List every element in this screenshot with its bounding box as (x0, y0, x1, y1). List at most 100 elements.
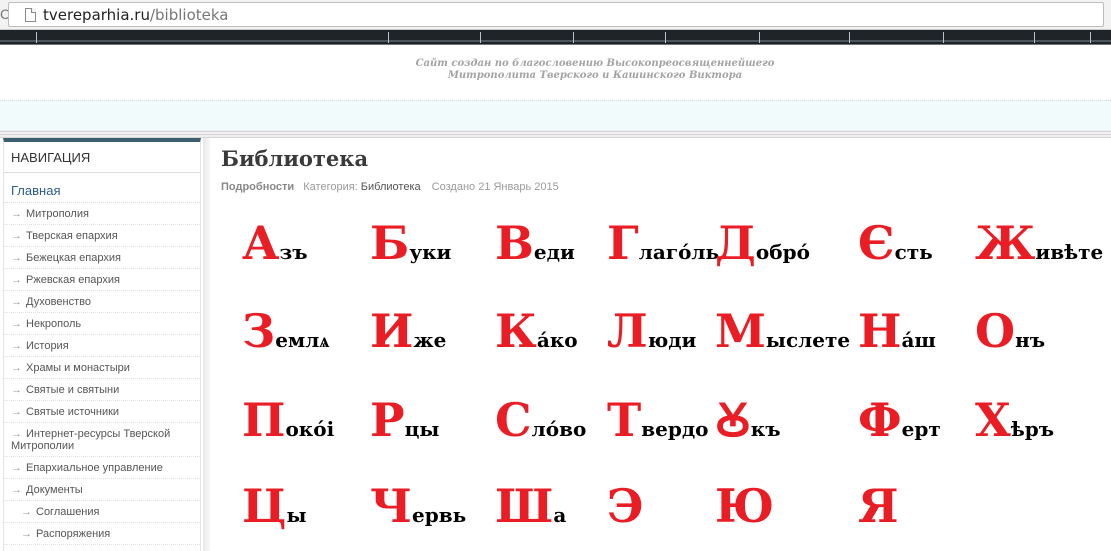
letter-initial: Э (607, 479, 644, 533)
alphabet-letter: Глаго́ль (607, 220, 719, 266)
nav-item-clergy[interactable]: → Духовенство (4, 291, 200, 313)
letter-initial: Г (607, 216, 639, 270)
alphabet-letter: Ꙋкъ (715, 397, 781, 443)
alphabet-letter: Покóі (242, 397, 334, 443)
letter-name: ло́во (531, 417, 587, 441)
alphabet-letter: Веди (495, 220, 575, 266)
arrow-right-icon: → (21, 506, 32, 518)
arrow-right-icon: → (11, 384, 22, 396)
nav-item-home[interactable]: Главная (4, 173, 200, 203)
url-path: /biblioteka (149, 6, 229, 24)
nav-item-documents[interactable]: → Документы (4, 479, 200, 501)
header-divider (0, 130, 1111, 138)
letter-initial: Д (715, 216, 756, 270)
letter-initial: З (242, 304, 276, 358)
letter-name: къ (750, 417, 781, 441)
arrow-right-icon: → (21, 528, 32, 540)
alphabet-grid: Азъ Буки Веди Глаго́ль Добро́ Єсть Живѣте Землѧ… (210, 138, 1111, 551)
alphabet-letter: Рцы (370, 397, 439, 443)
nav-item-necropolis[interactable]: → Некрополь (4, 313, 200, 335)
alphabet-letter: Люди (607, 308, 696, 354)
letter-name: нъ (1015, 328, 1046, 352)
letter-name: обро́ (755, 240, 810, 264)
nav-item-label: Интернет-ресурсы Тверской Митрополии (11, 428, 171, 452)
alphabet-letter: Ша (495, 483, 566, 529)
arrow-right-icon: → (11, 296, 22, 308)
alphabet-letter: Землѧ (242, 308, 329, 354)
nav-item-internet-resources[interactable]: → Интернет-ресурсы Тверской Митрополии (4, 423, 200, 457)
nav-item-label: Святые и святыни (26, 384, 120, 396)
letter-initial: Ю (715, 479, 775, 533)
letter-name: вердо (641, 417, 709, 441)
blessing-line-2: Митрополита Тверского и Кашинского Викто… (447, 70, 743, 81)
header-band (0, 100, 1111, 130)
nav-item-tver-eparchy[interactable]: → Тверская епархия (4, 225, 200, 247)
letter-name: цы (404, 417, 440, 441)
letter-name: же (413, 328, 447, 352)
alphabet-letter: Ферт (858, 397, 941, 443)
letter-name: лаго́ль (638, 240, 720, 264)
reload-icon[interactable]: C (0, 4, 10, 24)
arrow-right-icon: → (11, 340, 22, 352)
arrow-right-icon: → (11, 484, 22, 496)
letter-initial: Б (370, 216, 410, 270)
arrow-right-icon: → (11, 318, 22, 330)
letter-initial: Ф (858, 393, 902, 447)
letter-name: окóі (285, 417, 335, 441)
nav-item-springs[interactable]: → Святые источники (4, 401, 200, 423)
arrow-right-icon: → (11, 274, 22, 286)
alphabet-letter: Живѣте (975, 220, 1103, 266)
page-icon (25, 8, 36, 22)
letter-name: сть (894, 240, 933, 264)
alphabet-letter: Ю (715, 483, 774, 529)
alphabet-letter: Твердо (607, 397, 709, 443)
address-bar[interactable]: tvereparhia.ru/biblioteka (8, 2, 1104, 27)
nav-item-rzhev-eparchy[interactable]: → Ржевская епархия (4, 269, 200, 291)
nav-item-label: Святые источники (26, 406, 120, 418)
letter-name: ивѣте (1035, 240, 1104, 264)
nav-item-history[interactable]: → История (4, 335, 200, 357)
alphabet-letter: Буки (370, 220, 451, 266)
nav-item-agreements[interactable]: → Соглашения (4, 501, 200, 523)
letter-initial: Я (858, 479, 899, 533)
letter-name: уки (409, 240, 452, 264)
nav-item-label: Соглашения (36, 506, 100, 518)
arrow-right-icon: → (11, 362, 22, 374)
alphabet-letter: Сло́во (495, 397, 586, 443)
letter-name: а́ш (901, 328, 936, 352)
letter-name: ы (286, 503, 307, 527)
nav-item-label: Духовенство (26, 296, 91, 308)
letter-name: ыслете (765, 328, 851, 352)
alphabet-letter: Иже (370, 308, 446, 354)
letter-initial: Є (858, 216, 895, 270)
nav-item-label: Распоряжения (36, 528, 111, 540)
alphabet-letter: Онъ (975, 308, 1045, 354)
arrow-right-icon: → (11, 462, 22, 474)
site-header: Сайт создан по благословению Высокопреос… (0, 46, 1111, 130)
alphabet-letter: Цы (242, 483, 307, 529)
letter-initial: А (242, 216, 280, 270)
nav-item-bezhetsk-eparchy[interactable]: → Бежецкая епархия (4, 247, 200, 269)
letter-initial: И (370, 304, 414, 358)
nav-item-label: Тверская епархия (26, 230, 118, 242)
arrow-right-icon: → (11, 230, 22, 242)
letter-name: емлѧ (275, 328, 330, 352)
main-content: Библиотека Подробности Категория: Библио… (210, 138, 1111, 551)
nav-item-saints[interactable]: → Святые и святыни (4, 379, 200, 401)
alphabet-letter: На́ш (858, 308, 936, 354)
nav-item-label: История (26, 340, 69, 352)
url-text[interactable]: tvereparhia.ru/biblioteka (43, 6, 229, 24)
nav-item-orders[interactable]: → Распоряжения (4, 523, 200, 545)
sidebar-navigation: НАВИГАЦИЯ Главная → Митрополия → Тверская … (3, 138, 201, 551)
letter-initial: Ш (495, 479, 554, 533)
nav-item-temples[interactable]: → Храмы и монастыри (4, 357, 200, 379)
letter-initial: Ц (242, 479, 287, 533)
nav-item-metropolia[interactable]: → Митрополия (4, 203, 200, 225)
nav-item-administration[interactable]: → Епархиальное управление (4, 457, 200, 479)
letter-initial: Ж (975, 216, 1036, 270)
arrow-right-icon: → (11, 252, 22, 264)
letter-initial: Л (607, 304, 648, 358)
blessing-text: Сайт создан по благословению Высокопреос… (380, 58, 810, 82)
letter-name: еди (533, 240, 575, 264)
alphabet-letter: Ка́ко (495, 308, 578, 354)
